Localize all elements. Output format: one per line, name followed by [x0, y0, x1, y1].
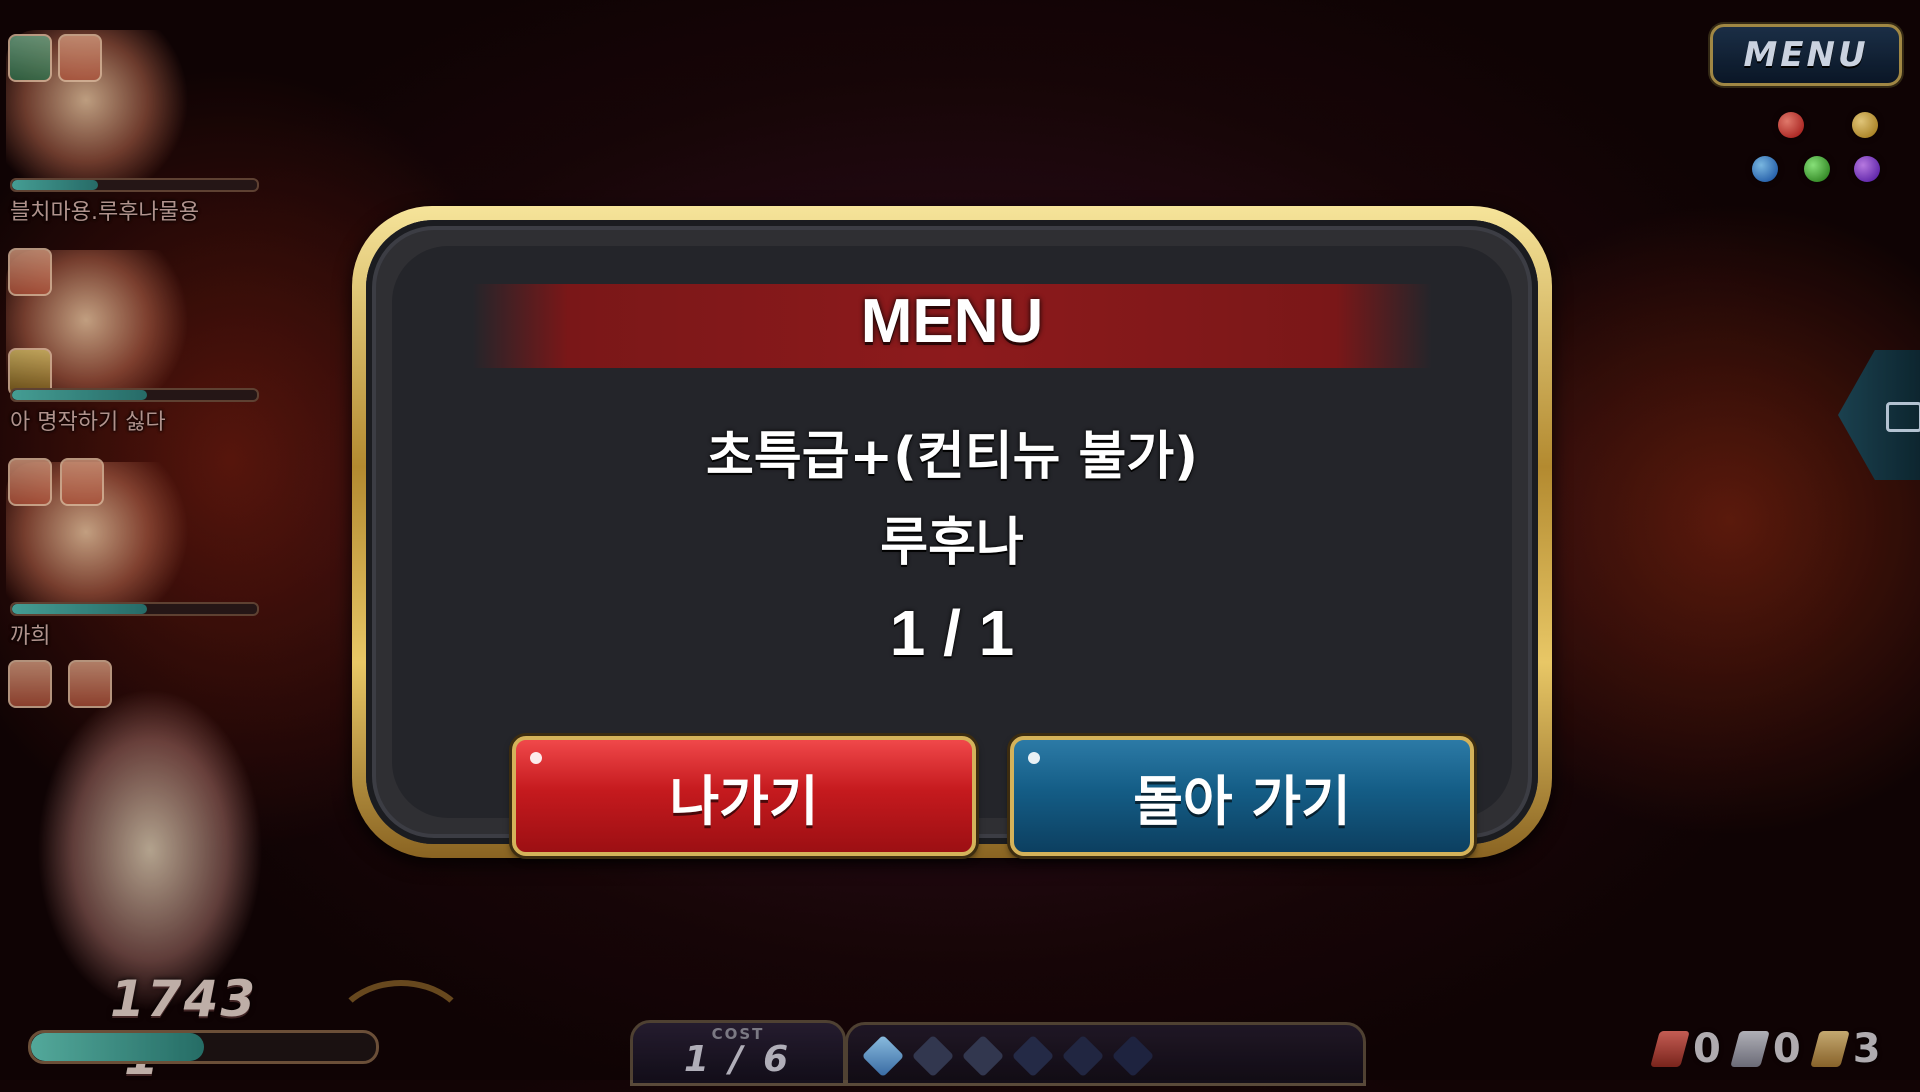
wave-counter: 1 / 1 [889, 597, 1015, 669]
exit-button-label: 나가기 [669, 769, 819, 833]
dialog-frame: MENU 초특급+(컨티뉴 불가) 루후나 1 / 1 나가기 돌아 가기 [366, 220, 1538, 856]
dialog-title: MENU [860, 287, 1044, 356]
boss-name: 루후나 [880, 513, 1024, 573]
button-shine [1028, 752, 1040, 764]
button-shine [530, 752, 542, 764]
quest-name: 초특급+(컨티뉴 불가) [706, 427, 1198, 487]
dialog-panel: MENU 초특급+(컨티뉴 불가) 루후나 1 / 1 나가기 돌아 가기 [392, 246, 1512, 856]
return-button[interactable]: 돌아 가기 [1010, 736, 1474, 856]
menu-dialog: MENU 초특급+(컨티뉴 불가) 루후나 1 / 1 나가기 돌아 가기 [352, 206, 1552, 858]
exit-button[interactable]: 나가기 [512, 736, 976, 856]
return-button-label: 돌아 가기 [1133, 769, 1351, 833]
